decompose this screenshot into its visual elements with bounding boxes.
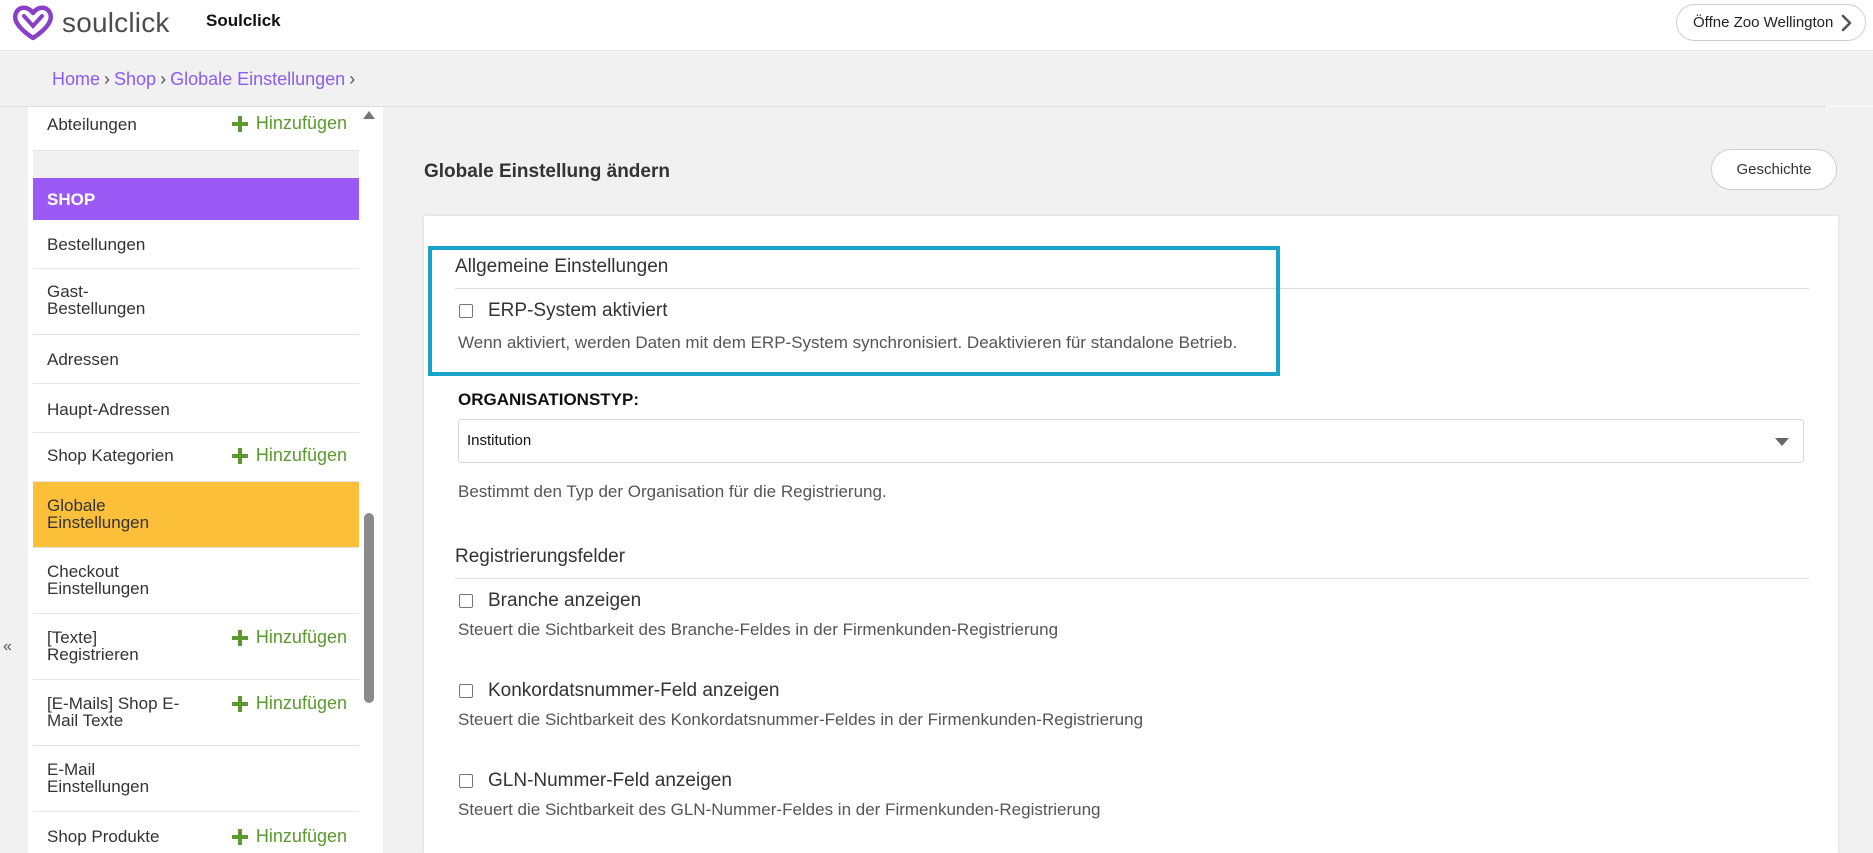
registration-checkbox-row[interactable]: Konkordatsnummer-Feld anzeigen	[459, 680, 780, 702]
sidebar-item-label: [Texte] Registrieren	[47, 628, 139, 664]
breadcrumb-separator: ›	[160, 69, 167, 89]
collapse-sidebar-button[interactable]: «	[3, 638, 12, 656]
sidebar-item[interactable]: Checkout Einstellungen	[33, 548, 359, 614]
highlight-box	[428, 246, 1280, 376]
sidebar-item[interactable]: Adressen	[33, 335, 359, 384]
sidebar-item[interactable]: Gast- Bestellungen	[33, 269, 359, 335]
page-title: Globale Einstellung ändern	[424, 161, 670, 182]
add-button[interactable]: Hinzufügen	[231, 113, 347, 134]
registration-help-text: Steuert die Sichtbarkeit des Konkordatsn…	[458, 710, 1144, 729]
sidebar-item[interactable]: Haupt-Adressen	[33, 384, 359, 433]
org-type-value: Institution	[467, 432, 532, 449]
caret-down-icon	[1775, 438, 1789, 446]
open-zoo-label: Öffne Zoo Wellington	[1693, 14, 1834, 31]
sidebar-item-label: Shop Produkte	[47, 827, 160, 846]
add-label: Hinzufügen	[255, 113, 347, 133]
registration-help-text: Steuert die Sichtbarkeit des Branche-Fel…	[458, 620, 1059, 639]
sidebar-item-label: Shop Kategorien	[47, 446, 174, 465]
sidebar-item-label: Gast- Bestellungen	[47, 282, 146, 318]
add-button[interactable]: Hinzufügen	[231, 627, 347, 648]
add-button[interactable]: Hinzufügen	[231, 826, 347, 847]
sidebar-item[interactable]: [E-Mails] Shop E- Mail Texte Hinzufügen	[33, 680, 359, 746]
breadcrumb-separator: ›	[349, 69, 356, 89]
sidebar-item[interactable]: Shop Produkte Hinzufügen	[33, 812, 359, 853]
registration-field-label: Konkordatsnummer-Feld anzeigen	[488, 680, 780, 701]
breadcrumb-home[interactable]: Home	[52, 69, 100, 89]
sidebar: Abteilungen Hinzufügen SHOP Bestellungen…	[33, 107, 359, 853]
logo[interactable]: soulclick	[10, 4, 170, 42]
plus-icon	[231, 629, 248, 646]
registration-checkbox[interactable]	[459, 774, 473, 788]
sidebar-item-label: [E-Mails] Shop E- Mail Texte	[47, 694, 180, 730]
sidebar-section-shop: SHOP	[33, 178, 359, 220]
section-title-registration: Registrierungsfelder	[455, 546, 626, 567]
registration-checkbox-row[interactable]: GLN-Nummer-Feld anzeigen	[459, 770, 732, 792]
breadcrumb-shop[interactable]: Shop	[114, 69, 156, 89]
top-bar: soulclick Soulclick Öffne Zoo Wellington	[0, 0, 1873, 51]
add-button[interactable]: Hinzufügen	[231, 693, 347, 714]
plus-icon	[231, 828, 248, 845]
registration-field-label: GLN-Nummer-Feld anzeigen	[488, 770, 732, 791]
sidebar-item-label: E-Mail Einstellungen	[47, 760, 150, 796]
sidebar-item[interactable]: Globale Einstellungen	[33, 482, 359, 548]
sidebar-item[interactable]: [Texte] Registrieren Hinzufügen	[33, 614, 359, 680]
sidebar-item[interactable]: Bestellungen	[33, 220, 359, 269]
breadcrumb-global-settings[interactable]: Globale Einstellungen	[170, 69, 345, 89]
sidebar-gutter: «	[0, 107, 28, 853]
org-type-select[interactable]: Institution	[458, 419, 1804, 463]
sidebar-scrollbar[interactable]	[364, 513, 374, 703]
sidebar-item[interactable]: E-Mail Einstellungen	[33, 746, 359, 812]
add-label: Hinzufügen	[255, 627, 347, 647]
logo-text: soulclick	[62, 7, 170, 38]
plus-icon	[231, 695, 248, 712]
org-type-help-text: Bestimmt den Typ der Organisation für di…	[458, 482, 887, 501]
registration-checkbox[interactable]	[459, 684, 473, 698]
add-label: Hinzufügen	[255, 693, 347, 713]
registration-field-label: Branche anzeigen	[488, 590, 642, 611]
plus-icon	[231, 115, 248, 132]
add-label: Hinzufügen	[255, 826, 347, 846]
plus-icon	[231, 447, 248, 464]
sidebar-item-label: Adressen	[47, 350, 119, 369]
add-label: Hinzufügen	[255, 445, 347, 465]
open-zoo-button[interactable]: Öffne Zoo Wellington	[1676, 4, 1866, 41]
breadcrumb: Home › Shop › Globale Einstellungen ›	[52, 69, 359, 90]
sidebar-item-label: Abteilungen	[47, 115, 137, 134]
registration-checkbox[interactable]	[459, 594, 473, 608]
sidebar-item-label: Checkout Einstellungen	[47, 562, 150, 598]
add-button[interactable]: Hinzufügen	[231, 445, 347, 466]
heart-logo-icon	[13, 5, 53, 41]
org-type-label: ORGANISATIONSTYP:	[458, 390, 640, 409]
chevron-right-icon	[1841, 14, 1852, 32]
registration-help-text: Steuert die Sichtbarkeit des GLN-Nummer-…	[458, 800, 1101, 819]
breadcrumb-separator: ›	[104, 69, 111, 89]
sidebar-item[interactable]: Shop Kategorien Hinzufügen	[33, 433, 359, 482]
history-button[interactable]: Geschichte	[1711, 149, 1837, 190]
section-divider	[455, 578, 1809, 579]
sidebar-item-label: Globale Einstellungen	[47, 496, 150, 532]
registration-checkbox-row[interactable]: Branche anzeigen	[459, 590, 641, 612]
sidebar-item-label: Haupt-Adressen	[47, 400, 170, 419]
app-name: Soulclick	[206, 11, 281, 30]
sidebar-item-abteilungen[interactable]: Abteilungen Hinzufügen	[33, 107, 359, 151]
scroll-up-arrow[interactable]	[363, 111, 375, 119]
sidebar-item-label: Bestellungen	[47, 235, 146, 254]
